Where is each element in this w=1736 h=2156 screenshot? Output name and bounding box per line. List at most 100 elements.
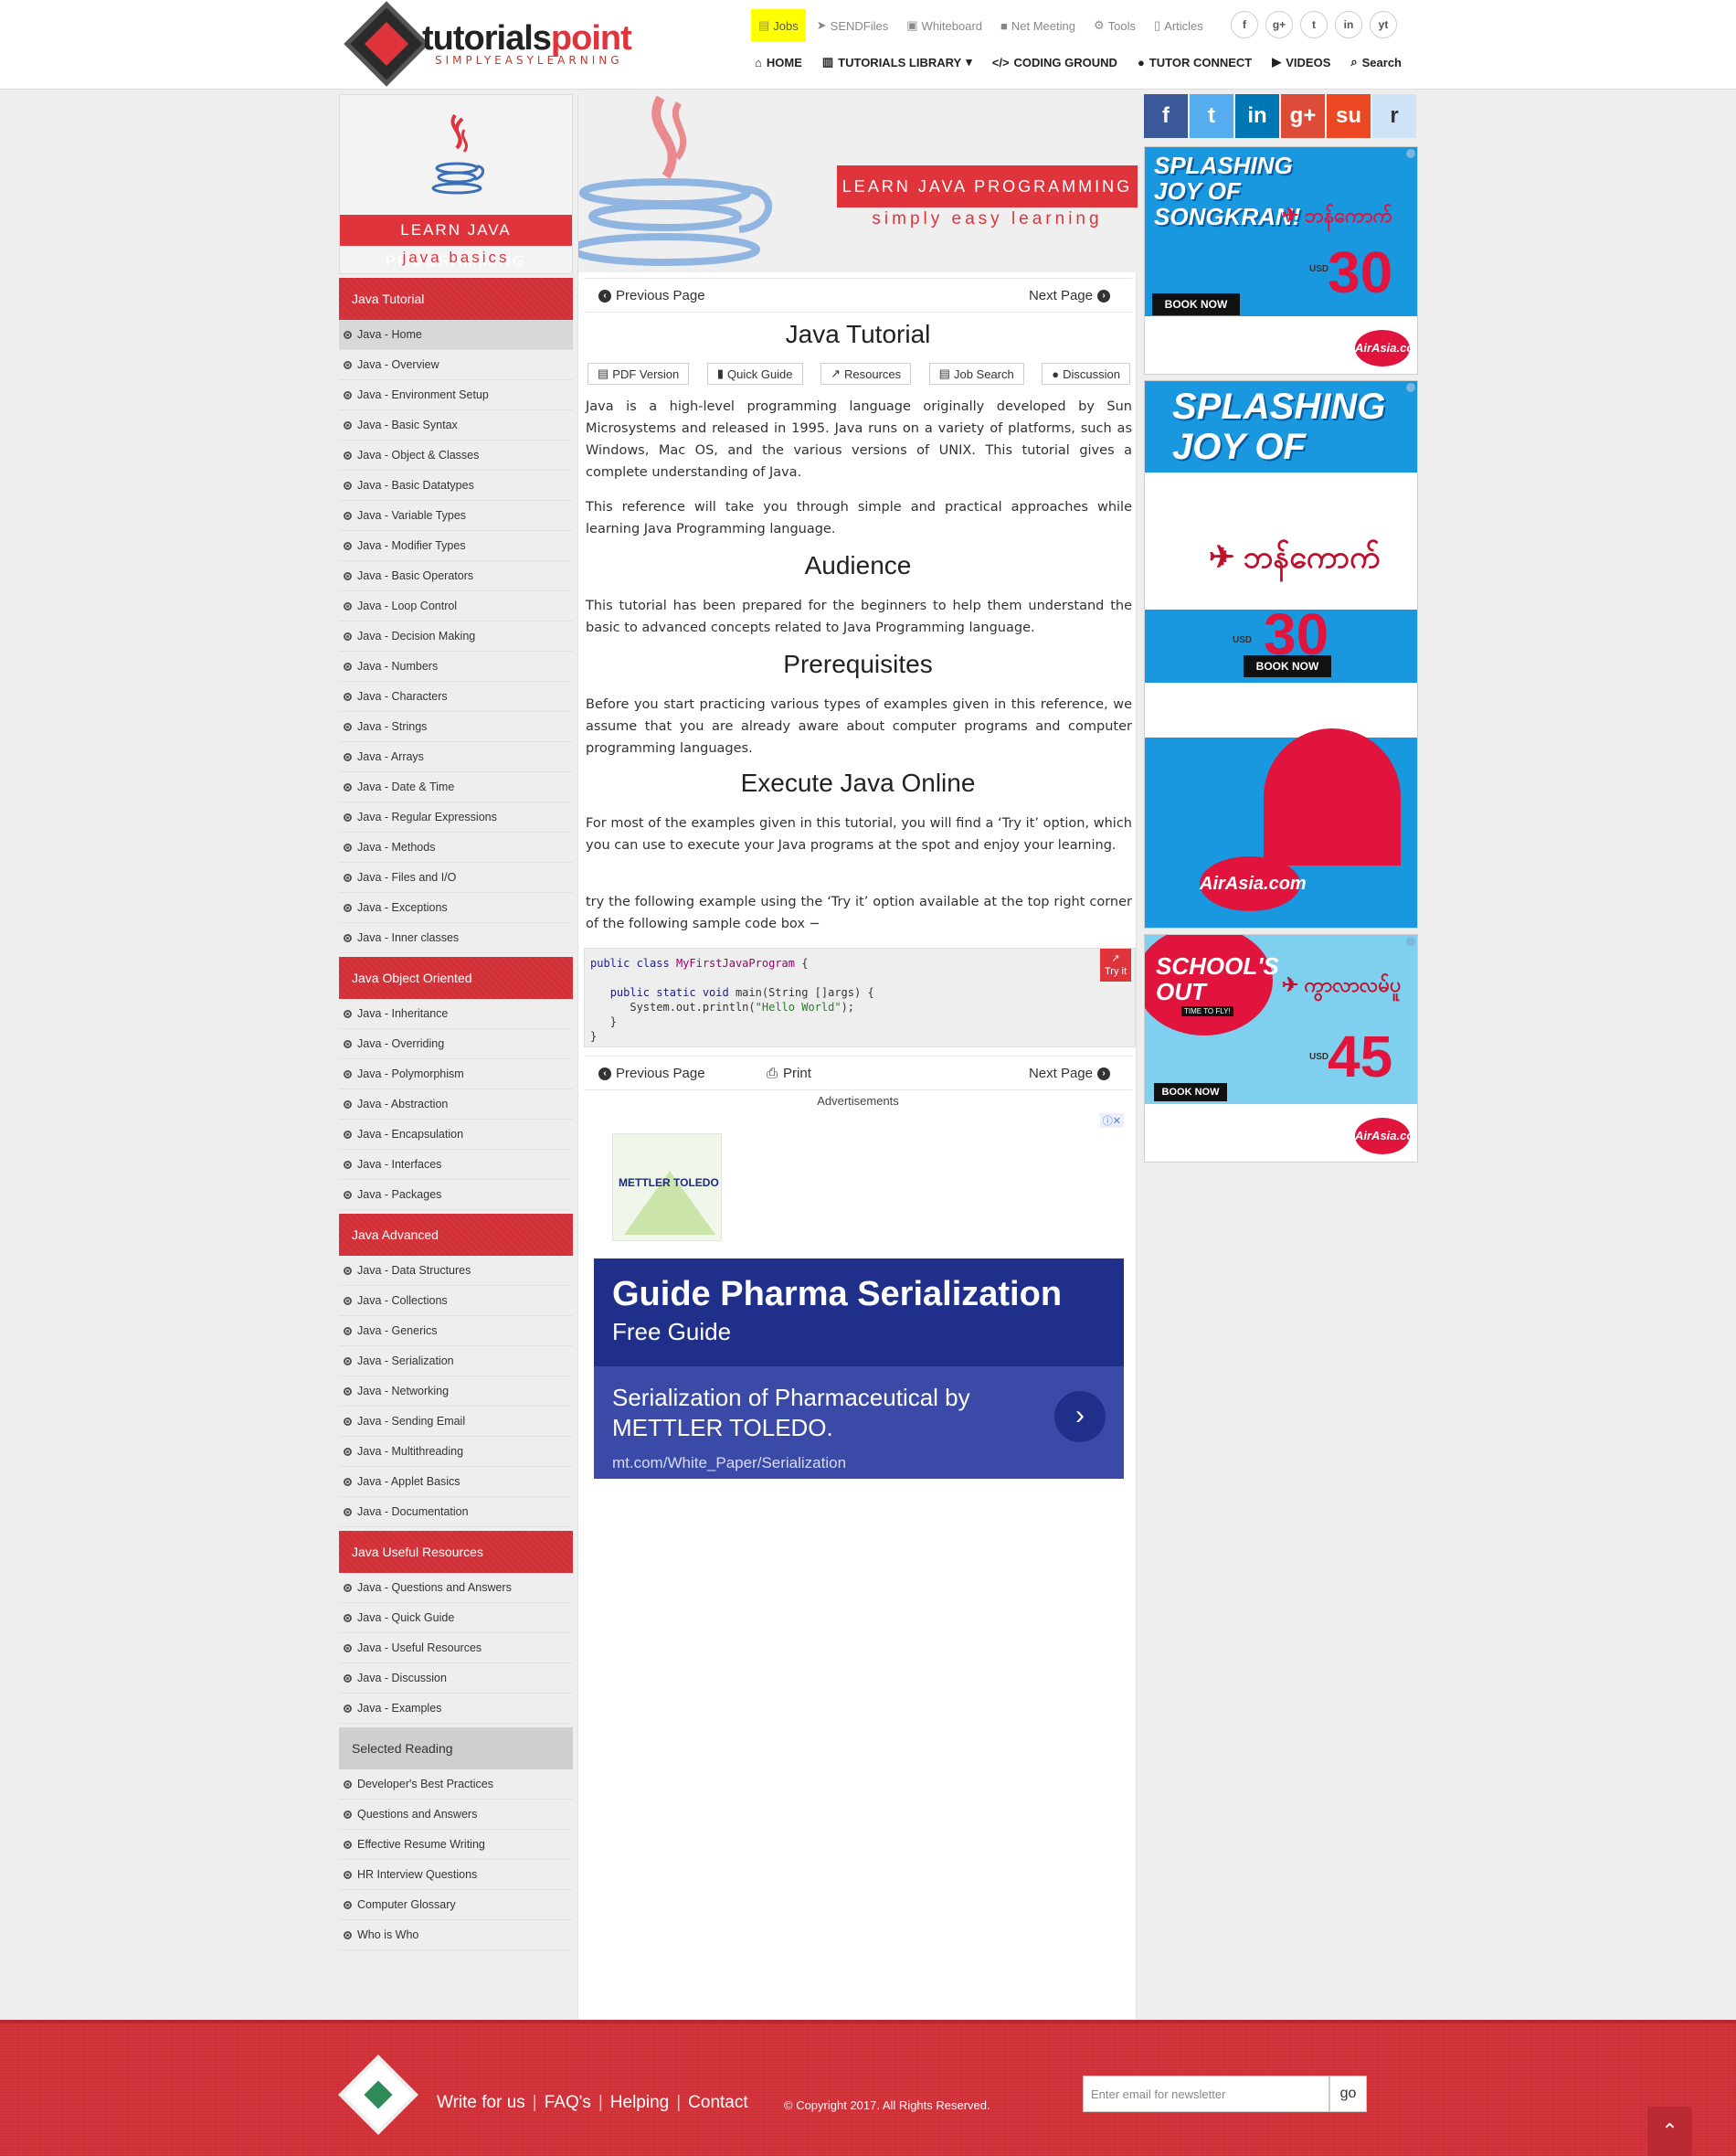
sidebar-item[interactable]: Developer's Best Practices (339, 1769, 573, 1800)
sidebar-item[interactable]: Java - Interfaces (339, 1150, 573, 1180)
airasia-ad-1[interactable]: SPLASHING JOY OF SONGKRAN! ✈ ဘန်ကောက် US… (1144, 146, 1418, 375)
facebook-icon[interactable]: f (1231, 11, 1258, 38)
sidebar-item[interactable]: Who is Who (339, 1920, 573, 1950)
sidebar-item[interactable]: Java - Basic Datatypes (339, 471, 573, 501)
sidebar-item[interactable]: Java - Collections (339, 1286, 573, 1316)
sidebar-item[interactable]: Java - Home (339, 320, 573, 350)
nav-videos[interactable]: ▶ VIDEOS (1272, 55, 1330, 69)
pdf-version-button[interactable]: ▤ PDF Version (587, 363, 690, 385)
ad2-book-now-button[interactable]: BOOK NOW (1244, 655, 1331, 677)
share-button-0-icon[interactable]: f (1144, 94, 1188, 138)
sidebar-item[interactable]: Java - Decision Making (339, 621, 573, 652)
sidebar-item[interactable]: Java - Inner classes (339, 923, 573, 953)
sidebar-item[interactable]: Java - Polymorphism (339, 1059, 573, 1089)
sidebar-item[interactable]: Questions and Answers (339, 1800, 573, 1830)
newsletter-email-input[interactable]: Enter email for newsletter (1083, 2076, 1329, 2112)
nav-tutor-connect[interactable]: ● TUTOR CONNECT (1138, 55, 1252, 69)
footer-link-write-for-us[interactable]: Write for us (437, 2093, 525, 2113)
twitter-icon[interactable]: t (1300, 11, 1328, 38)
topnav-net-meeting[interactable]: ■ Net Meeting (993, 9, 1083, 42)
footer-logo-icon[interactable] (338, 2055, 418, 2135)
previous-page-link-bottom[interactable]: ‹ Previous Page (598, 1066, 705, 1081)
sidebar-item[interactable]: Java - Inheritance (339, 999, 573, 1029)
sidebar-item[interactable]: Java - Questions and Answers (339, 1573, 573, 1603)
airasia-ad-2[interactable]: SPLASHING JOY OF SONGKRAN! ✈ ဘန်ကောက် US… (1144, 380, 1418, 929)
sidebar-item[interactable]: Java - Quick Guide (339, 1603, 573, 1633)
nav-home[interactable]: ⌂ HOME (755, 55, 802, 69)
youtube-icon[interactable]: yt (1370, 11, 1397, 38)
sidebar-item[interactable]: Java - Files and I/O (339, 863, 573, 893)
code-sample[interactable]: public class MyFirstJavaProgram { public… (584, 948, 1136, 1047)
sidebar-item[interactable]: Java - Examples (339, 1694, 573, 1724)
next-page-link[interactable]: Next Page › (1029, 288, 1110, 303)
sidebar-item[interactable]: Java - Encapsulation (339, 1120, 573, 1150)
share-button-3-icon[interactable]: g+ (1281, 94, 1325, 138)
job-search-button[interactable]: ▤ Job Search (928, 363, 1024, 385)
sidebar-item[interactable]: Java - Sending Email (339, 1407, 573, 1437)
topnav-jobs[interactable]: ▤ Jobs (751, 9, 806, 42)
google-plus-icon[interactable]: g+ (1265, 11, 1293, 38)
topnav-sendfiles[interactable]: ➤ SENDFiles (810, 9, 895, 42)
sidebar-item[interactable]: Java - Strings (339, 712, 573, 742)
sidebar-item[interactable]: Java - Numbers (339, 652, 573, 682)
sidebar-item[interactable]: Java - Overview (339, 350, 573, 380)
sidebar-item[interactable]: Java - Exceptions (339, 893, 573, 923)
ad-choices-icon[interactable]: ⓘ✕ (1099, 1113, 1124, 1128)
sidebar-item[interactable]: Java - Multithreading (339, 1437, 573, 1467)
footer-link-helping[interactable]: Helping (610, 2093, 669, 2113)
sidebar-item[interactable]: Java - Characters (339, 682, 573, 712)
sidebar-item[interactable]: Java - Useful Resources (339, 1633, 573, 1663)
topnav-articles[interactable]: ▯ Articles (1147, 9, 1211, 42)
ad3-book-now-button[interactable]: BOOK NOW (1154, 1083, 1227, 1101)
ad1-book-now-button[interactable]: BOOK NOW (1152, 293, 1240, 315)
scroll-to-top-button[interactable]: ⌃ (1647, 2107, 1692, 2156)
nav-coding-ground[interactable]: </> CODING GROUND (992, 55, 1117, 69)
sidebar-item[interactable]: Effective Resume Writing (339, 1830, 573, 1860)
resources-button[interactable]: ↗ Resources (820, 363, 912, 385)
sidebar-item[interactable]: Java - Abstraction (339, 1089, 573, 1120)
sidebar-item[interactable]: Java - Networking (339, 1376, 573, 1407)
sidebar-item[interactable]: Java - Serialization (339, 1346, 573, 1376)
sidebar-item[interactable]: Java - Arrays (339, 742, 573, 772)
try-it-button[interactable]: ↗ Try it (1100, 949, 1131, 982)
share-button-2-icon[interactable]: in (1235, 94, 1279, 138)
sidebar-item[interactable]: HR Interview Questions (339, 1860, 573, 1890)
ad-info-icon[interactable] (1406, 937, 1415, 946)
sidebar-item[interactable]: Java - Basic Operators (339, 561, 573, 591)
sidebar-item[interactable]: Java - Applet Basics (339, 1467, 573, 1497)
footer-link-contact[interactable]: Contact (688, 2093, 747, 2113)
sidebar-item[interactable]: Java - Discussion (339, 1663, 573, 1694)
quick-guide-button[interactable]: ▮ Quick Guide (706, 363, 803, 385)
sidebar-item[interactable]: Java - Variable Types (339, 501, 573, 531)
sidebar-item[interactable]: Java - Date & Time (339, 772, 573, 802)
sidebar-item[interactable]: Java - Data Structures (339, 1256, 573, 1286)
site-logo[interactable]: tutorialspoint SIMPLYEASYLEARNING (344, 1, 634, 87)
nav-tutorials-library[interactable]: ▥ TUTORIALS LIBRARY ▾ (822, 55, 972, 69)
chevron-right-icon[interactable]: › (1054, 1391, 1106, 1442)
share-button-1-icon[interactable]: t (1190, 94, 1233, 138)
topnav-whiteboard[interactable]: ▣ Whiteboard (899, 9, 990, 42)
nav-search[interactable]: ⌕ Search (1350, 55, 1402, 69)
share-button-5-icon[interactable]: r (1372, 94, 1416, 138)
sidebar-item[interactable]: Java - Regular Expressions (339, 802, 573, 833)
sidebar-item[interactable]: Computer Glossary (339, 1890, 573, 1920)
sidebar-item[interactable]: Java - Environment Setup (339, 380, 573, 410)
discussion-button[interactable]: ● Discussion (1042, 363, 1130, 385)
sidebar-item[interactable]: Java - Basic Syntax (339, 410, 573, 441)
sidebar-item[interactable]: Java - Packages (339, 1180, 573, 1210)
print-link[interactable]: ⎙ Print (767, 1066, 811, 1081)
linkedin-icon[interactable]: in (1335, 11, 1362, 38)
airasia-ad-3[interactable]: SCHOOL'S OUT TIME TO FLY! ✈ ကွာလာလမ်ပူ U… (1144, 934, 1418, 1163)
sidebar-item[interactable]: Java - Overriding (339, 1029, 573, 1059)
previous-page-link[interactable]: ‹ Previous Page (598, 288, 705, 303)
sidebar-item[interactable]: Java - Generics (339, 1316, 573, 1346)
next-page-link-bottom[interactable]: Next Page › (1029, 1066, 1110, 1081)
topnav-tools[interactable]: ⚙ Tools (1086, 9, 1143, 42)
sidebar-item[interactable]: Java - Object & Classes (339, 441, 573, 471)
sidebar-item[interactable]: Java - Loop Control (339, 591, 573, 621)
ad-info-icon[interactable] (1406, 149, 1415, 158)
sidebar-item[interactable]: Java - Modifier Types (339, 531, 573, 561)
pharma-ad[interactable]: ⓘ✕ METTLER TOLEDO Guide Pharma Serializa… (594, 1113, 1124, 1479)
newsletter-go-button[interactable]: go (1329, 2076, 1367, 2112)
sidebar-item[interactable]: Java - Methods (339, 833, 573, 863)
